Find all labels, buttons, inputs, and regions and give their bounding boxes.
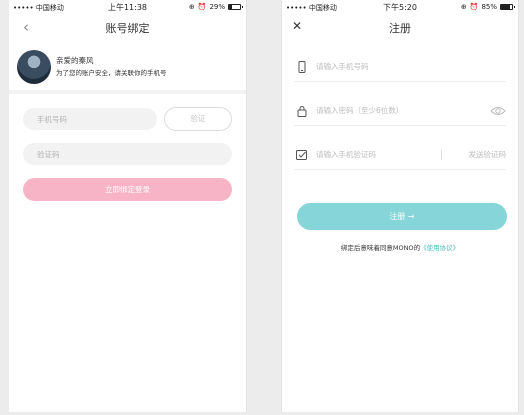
- nav-bar: ✕ 注册: [282, 14, 518, 40]
- status-right: ⊕ ⏰ 29%: [188, 3, 243, 11]
- status-bar: ••••• 中国移动 下午5:20 ⊕ ⏰ 85%: [282, 0, 518, 14]
- bind-account-screen: ••••• 中国移动 上午11:38 ⊕ ⏰ 29% ‹ 账号绑定 亲爱的秦风 …: [9, 0, 247, 412]
- register-screen: ••••• 中国移动 下午5:20 ⊕ ⏰ 85% ✕ 注册 请输入手机号码 请…: [281, 0, 519, 412]
- lock-rotation-icon: ⊕: [188, 3, 195, 11]
- battery-icon: [500, 4, 515, 10]
- verify-button[interactable]: 验证: [164, 107, 232, 131]
- send-code-button[interactable]: 发送验证码: [469, 149, 507, 160]
- battery-icon: [228, 4, 243, 10]
- phone-icon: [298, 61, 306, 73]
- sms-code-icon: [296, 150, 307, 160]
- battery-percent: 29%: [209, 3, 225, 11]
- phone-number-placeholder: 手机号码: [37, 115, 67, 124]
- page-title: 账号绑定: [105, 22, 150, 35]
- phone-number-placeholder: 请输入手机号码: [316, 62, 369, 71]
- verification-code-placeholder: 验证码: [37, 150, 60, 159]
- status-bar: ••••• 中国移动 上午11:38 ⊕ ⏰ 29%: [9, 0, 246, 14]
- sms-code-field[interactable]: 请输入手机验证码 发送验证码: [294, 140, 506, 170]
- status-right: ⊕ ⏰ 85%: [460, 3, 515, 11]
- terms-link[interactable]: 《使用协议》: [420, 244, 459, 252]
- bind-login-button[interactable]: 立即绑定登录: [23, 178, 232, 201]
- lock-rotation-icon: ⊕: [460, 3, 467, 11]
- eye-icon[interactable]: [490, 104, 506, 118]
- section-divider: [9, 90, 246, 94]
- password-placeholder: 请输入密码（至少6位数）: [316, 106, 404, 115]
- register-button[interactable]: 注册 →: [297, 203, 507, 230]
- agreement-prefix: 绑定后意味着同意MONO的: [340, 244, 421, 252]
- alarm-icon: ⏰: [469, 3, 479, 11]
- nav-bar: ‹ 账号绑定: [9, 14, 246, 40]
- verification-code-input[interactable]: 验证码: [23, 143, 232, 165]
- profile-name: 亲爱的秦风: [56, 56, 94, 65]
- lock-icon: [297, 106, 307, 117]
- alarm-icon: ⏰: [197, 3, 207, 11]
- password-field[interactable]: 请输入密码（至少6位数）: [294, 96, 506, 126]
- battery-percent: 85%: [481, 3, 497, 11]
- phone-number-input[interactable]: 手机号码: [23, 108, 157, 130]
- field-separator: [441, 150, 442, 160]
- page-title: 注册: [389, 22, 411, 35]
- agreement-text: 绑定后意味着同意MONO的《使用协议》: [282, 242, 518, 252]
- profile-description: 为了您的账户安全，请关联你的手机号: [56, 69, 167, 77]
- avatar: [17, 50, 51, 84]
- sms-code-placeholder: 请输入手机验证码: [316, 150, 376, 159]
- phone-number-field[interactable]: 请输入手机号码: [294, 52, 506, 82]
